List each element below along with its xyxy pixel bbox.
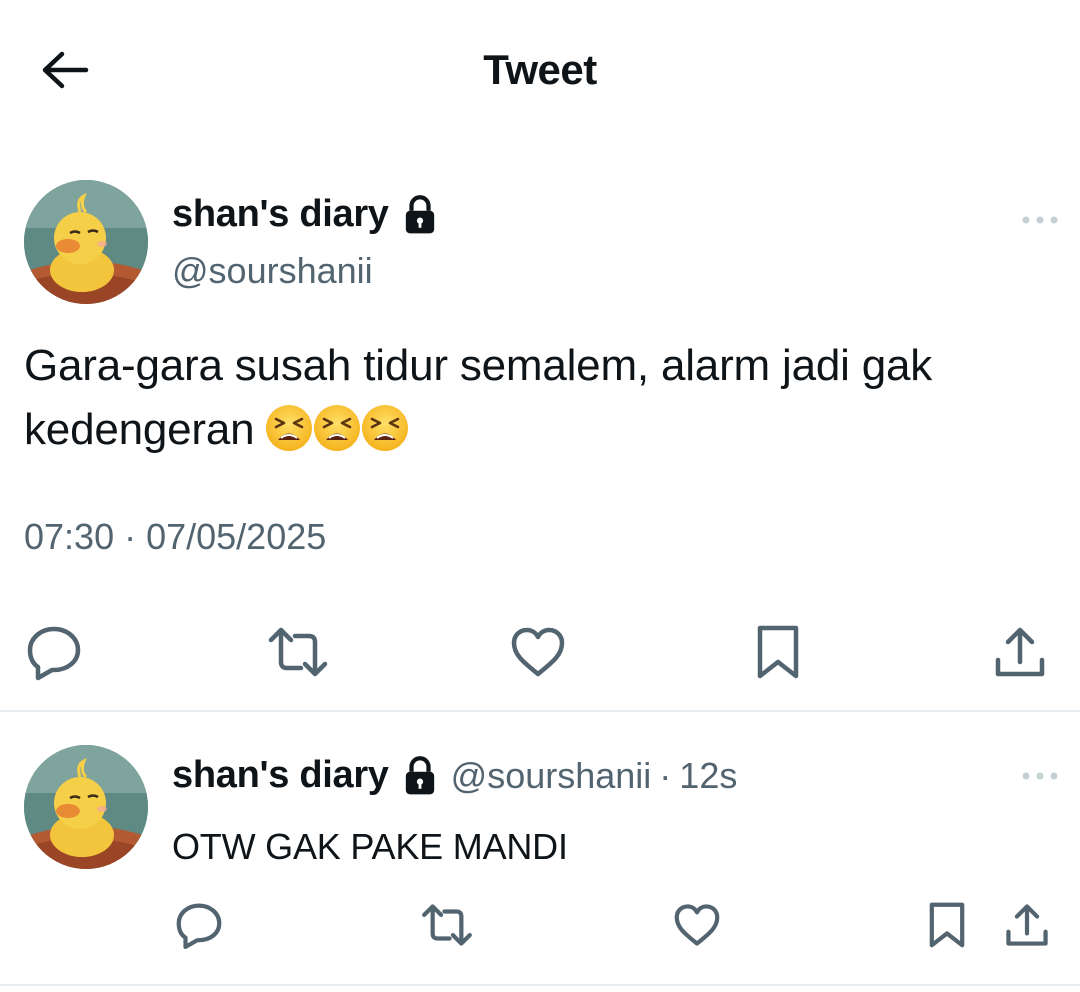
- bookmark-icon[interactable]: [746, 620, 810, 684]
- author-handle[interactable]: @sourshanii: [172, 250, 373, 292]
- tweet-timestamp[interactable]: 07:30 · 07/05/2025: [24, 516, 326, 558]
- emoji-group: [264, 403, 408, 453]
- share-icon[interactable]: [1000, 898, 1054, 952]
- divider: [0, 984, 1080, 986]
- top-bar: Tweet: [0, 0, 1080, 140]
- retweet-icon[interactable]: [420, 898, 474, 952]
- more-options-icon[interactable]: [1020, 210, 1060, 230]
- tired-face-emoji: [312, 403, 362, 453]
- avatar[interactable]: [24, 745, 148, 869]
- main-action-bar: [0, 620, 1080, 684]
- tweet-detail-page: Tweet shan's diary @sourshanii Gara-gara…: [0, 0, 1080, 992]
- lock-icon: [403, 756, 437, 796]
- reply-icon[interactable]: [22, 620, 86, 684]
- share-icon[interactable]: [988, 620, 1052, 684]
- reply-author-row: shan's diary @sourshanii · 12s: [172, 754, 737, 797]
- lock-icon: [403, 195, 437, 235]
- avatar[interactable]: [24, 180, 148, 304]
- reply-text: OTW GAK PAKE MANDI: [172, 826, 568, 867]
- tweet-text-content: Gara-gara susah tidur semalem, alarm jad…: [24, 341, 933, 454]
- like-icon[interactable]: [670, 898, 724, 952]
- tired-face-emoji: [360, 403, 410, 453]
- reply-author-display-name[interactable]: shan's diary: [172, 754, 389, 797]
- author-name-row: shan's diary: [172, 193, 437, 236]
- tired-face-emoji: [264, 403, 314, 453]
- reply-icon[interactable]: [172, 898, 226, 952]
- reply-action-bar: [0, 898, 1080, 952]
- author-display-name[interactable]: shan's diary: [172, 193, 389, 236]
- retweet-icon[interactable]: [266, 620, 330, 684]
- bookmark-icon[interactable]: [920, 898, 974, 952]
- tweet-text: Gara-gara susah tidur semalem, alarm jad…: [24, 334, 1044, 462]
- reply-author-handle[interactable]: @sourshanii: [451, 755, 652, 797]
- separator-dot: ·: [659, 754, 672, 796]
- divider: [0, 710, 1080, 712]
- more-options-icon[interactable]: [1020, 766, 1060, 786]
- reply-time[interactable]: 12s: [679, 755, 737, 797]
- like-icon[interactable]: [506, 620, 570, 684]
- page-title: Tweet: [483, 46, 597, 93]
